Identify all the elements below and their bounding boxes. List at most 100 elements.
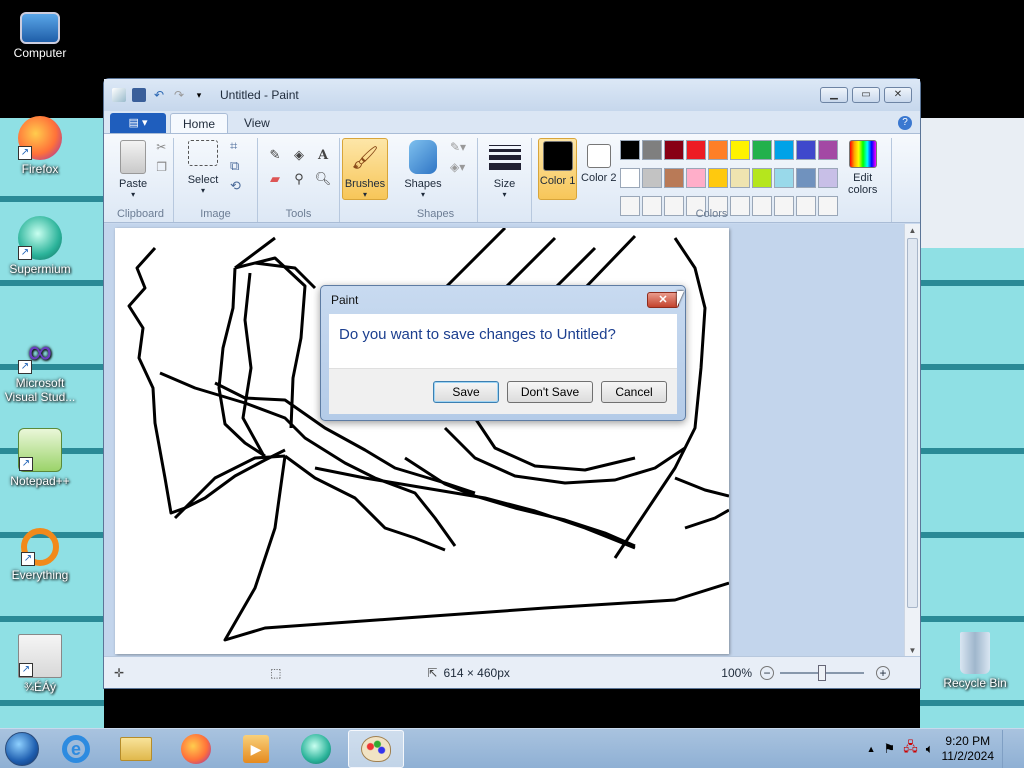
zoom-slider[interactable] [780,664,864,681]
rainbow-icon [848,140,877,168]
palette-swatch[interactable] [664,140,685,160]
palette-swatch[interactable] [730,140,751,160]
desktop-icon-visual-studio[interactable]: ∞ ↗ Microsoft Visual Stud... [0,330,80,404]
desktop-icon-notepadpp[interactable]: ↗ Notepad++ [0,428,80,488]
vertical-scrollbar[interactable]: ▲ ▼ [904,224,920,657]
desktop-icon-supermium[interactable]: ↗ Supermium [0,216,80,276]
dialog-body: Do you want to save changes to Untitled?… [329,314,677,414]
size-button[interactable]: Size ▾ [484,138,525,222]
system-tray: ▲ ⚑ 🖧︎ 🔈︎ 9:20 PM 11/2/2024 [867,729,1024,768]
zoom-out-button[interactable]: − [760,665,774,680]
taskbar-explorer[interactable] [108,730,164,768]
palette-swatch[interactable] [686,140,707,160]
show-hidden-icons-icon[interactable]: ▲ [867,744,876,754]
resize-icon[interactable]: ⧉ [230,158,241,174]
cursor-position-icon: ✛ [114,665,125,680]
maximize-button[interactable]: ▭ [852,87,880,103]
redo-icon[interactable]: ↷ [172,88,186,102]
desktop-icon-everything[interactable]: ↗ Everything [0,528,80,582]
taskbar-supermium[interactable] [288,730,344,768]
zoom-slider-thumb[interactable] [818,664,826,681]
select-rectangle-icon [188,140,218,166]
outline-icon[interactable]: ✎▾ [450,140,466,154]
tab-home[interactable]: Home [170,113,229,133]
action-center-icon[interactable]: ⚑ [884,741,896,757]
dialog-close-button[interactable]: ✕ [647,292,679,308]
palette-swatch[interactable] [818,140,839,160]
palette-swatch[interactable] [752,168,773,188]
minimize-button[interactable]: ▁ [820,87,848,103]
palette-swatch[interactable] [752,140,773,160]
magnifier-icon[interactable]: 🔍︎ [312,168,334,190]
copy-icon[interactable]: ❐ [156,160,167,174]
save-button[interactable]: Save [433,381,499,403]
color1-button[interactable]: Color 1 [538,138,578,200]
start-button[interactable] [0,729,44,768]
group-label-colors: Colors [695,208,728,220]
ribbon-tabs: ▤ ▾ Home View ? [104,111,920,133]
scroll-up-icon[interactable]: ▲ [905,226,920,235]
palette-swatch[interactable] [686,168,707,188]
show-desktop-button[interactable] [1002,729,1014,768]
palette-swatch[interactable] [664,168,685,188]
palette-swatch[interactable] [796,168,817,188]
group-label-clipboard: Clipboard [116,208,165,220]
internet-explorer-icon: e [62,734,90,763]
palette-swatch[interactable] [642,140,663,160]
eraser-icon[interactable]: ▰ [264,168,286,190]
volume-icon[interactable]: 🔈︎ [926,741,934,757]
group-label-shapes: Shapes [416,208,455,220]
desktop-icon-computer[interactable]: Computer [0,8,80,60]
clock[interactable]: 9:20 PM 11/2/2024 [942,734,995,764]
desktop-icon-firefox[interactable]: ↗ Firefox [0,116,80,176]
tab-view[interactable]: View [232,113,282,133]
dont-save-button[interactable]: Don't Save [507,381,593,403]
mouse-cursor-icon [677,291,684,307]
scroll-down-icon[interactable]: ▼ [905,646,920,655]
group-tools: ✎ ◈ A ▰ ⚲ 🔍︎ Tools [258,138,340,222]
palette-swatch[interactable] [774,140,795,160]
customize-quick-access-icon[interactable]: ▾ [192,88,206,102]
palette-swatch[interactable] [796,140,817,160]
supermium-icon: ↗ [18,216,62,260]
image-size-icon: ⇱ [427,665,438,680]
image-size-text: 614 × 460px [443,665,510,680]
palette-swatch[interactable] [708,140,729,160]
palette-swatch[interactable] [774,168,795,188]
taskbar-ie[interactable]: e [48,730,104,768]
status-bar: ✛ ⬚ ⇱ 614 × 460px 100% − + [104,656,920,688]
palette-swatch[interactable] [642,168,663,188]
file-menu-button[interactable]: ▤ ▾ [110,113,166,133]
shapes-icon [409,140,437,174]
crop-icon[interactable]: ⌗ [230,138,241,154]
select-label: Select [187,174,219,186]
rotate-icon[interactable]: ⟲ [230,178,241,194]
color-picker-icon[interactable]: ⚲ [288,168,310,190]
desktop-icon-app[interactable]: ↗ ¾ÉÁý [0,634,80,694]
desktop-icon-recycle-bin[interactable]: Recycle Bin [935,632,1015,690]
close-button[interactable]: ✕ [884,87,912,103]
shape-fill-icon[interactable]: ◈▾ [450,160,466,174]
scrollbar-thumb[interactable] [907,238,918,608]
save-icon[interactable] [132,88,146,102]
size-label: Size [493,178,516,190]
taskbar-media-player[interactable]: ▶ [228,730,284,768]
palette-swatch[interactable] [818,168,839,188]
taskbar-firefox[interactable] [168,730,224,768]
undo-icon[interactable]: ↶ [152,88,166,102]
text-icon[interactable]: A [312,144,334,166]
group-label-image: Image [200,208,231,220]
fill-icon[interactable]: ◈ [288,144,310,166]
palette-swatch[interactable] [620,140,641,160]
cut-icon[interactable]: ✂ [156,140,167,154]
network-icon[interactable]: 🖧︎ [903,738,918,760]
palette-swatch[interactable] [620,168,641,188]
palette-swatch[interactable] [730,168,751,188]
taskbar-paint[interactable] [348,729,404,768]
brushes-button[interactable]: 🖌︎ Brushes ▾ [342,138,388,200]
palette-swatch[interactable] [708,168,729,188]
pencil-icon[interactable]: ✎ [264,144,286,166]
zoom-in-button[interactable]: + [876,665,890,680]
help-icon[interactable]: ? [898,116,912,130]
cancel-button[interactable]: Cancel [601,381,667,403]
